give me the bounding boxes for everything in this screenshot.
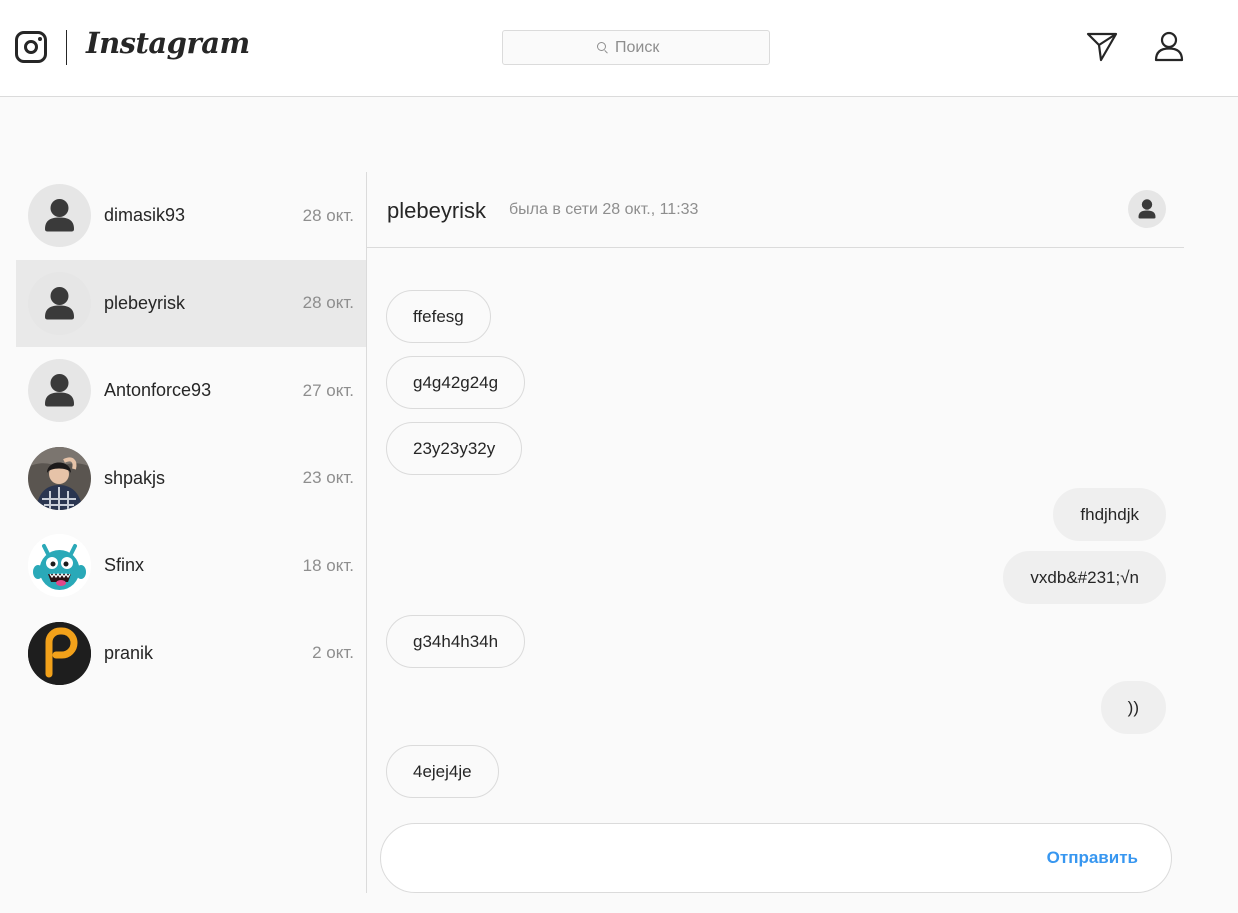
chat-avatar-icon[interactable] xyxy=(1128,190,1166,228)
conversation-date: 28 окт. xyxy=(302,293,354,313)
search-box[interactable] xyxy=(502,30,770,65)
conversation-list: dimasik93 28 окт. plebeyrisk 28 окт. Ant… xyxy=(16,172,366,697)
conversation-date: 23 окт. xyxy=(302,468,354,488)
panel-divider xyxy=(366,172,367,893)
message-incoming: 4ejej4je xyxy=(386,745,499,798)
default-avatar-icon xyxy=(28,271,91,335)
conversation-date: 27 окт. xyxy=(302,380,354,400)
p-letter-avatar xyxy=(28,621,91,685)
conversation-name: Antonforce93 xyxy=(104,380,212,401)
instagram-wordmark[interactable]: Instagram xyxy=(86,26,250,60)
conversation-item-antonforce93[interactable]: Antonforce93 27 окт. xyxy=(16,347,366,435)
chat-title[interactable]: plebeyrisk xyxy=(387,198,486,224)
send-button[interactable]: Отправить xyxy=(1047,848,1138,868)
search-icon xyxy=(597,41,609,54)
default-avatar-icon xyxy=(28,184,91,248)
default-avatar-icon xyxy=(28,359,91,423)
conversation-item-pranik[interactable]: pranik 2 окт. xyxy=(16,610,366,698)
conversation-date: 18 окт. xyxy=(302,555,354,575)
search-input[interactable] xyxy=(615,38,675,57)
logo-divider xyxy=(66,30,67,65)
conversation-item-sfinx[interactable]: Sfinx 18 окт. xyxy=(16,522,366,610)
profile-icon[interactable] xyxy=(1152,29,1186,63)
conversation-date: 28 окт. xyxy=(302,205,354,225)
conversation-name: shpakjs xyxy=(104,467,166,488)
conversation-item-dimasik93[interactable]: dimasik93 28 окт. xyxy=(16,172,366,260)
conversation-name: plebeyrisk xyxy=(104,292,186,313)
photo-avatar xyxy=(28,446,91,510)
instagram-camera-icon[interactable] xyxy=(15,31,47,63)
conversation-item-plebeyrisk[interactable]: plebeyrisk 28 окт. xyxy=(16,259,366,347)
message-input[interactable] xyxy=(411,842,1031,874)
message-incoming: g4g42g24g xyxy=(386,356,526,409)
conversation-name: dimasik93 xyxy=(104,205,186,226)
conversation-date: 2 окт. xyxy=(312,643,354,663)
conversation-name: pranik xyxy=(104,642,154,663)
last-seen-status: былa в сети 28 окт., 11:33 xyxy=(509,201,699,218)
top-navbar: Instagram xyxy=(0,0,1238,97)
message-incoming: g34h4h34h xyxy=(386,615,526,668)
message-composer: Отправить xyxy=(380,823,1172,893)
conversation-name: Sfinx xyxy=(104,555,145,576)
message-incoming: 23y23y32y xyxy=(386,422,523,475)
message-outgoing: fhdjhdjk xyxy=(1053,488,1166,541)
message-outgoing: )) xyxy=(1100,681,1166,734)
blue-monster-avatar xyxy=(28,534,91,598)
direct-messages-icon[interactable] xyxy=(1085,29,1119,63)
chat-header: plebeyrisk былa в сети 28 окт., 11:33 xyxy=(367,172,1184,248)
message-outgoing: vxdb&#231;√n xyxy=(1003,551,1166,604)
message-incoming: ffefesg xyxy=(386,290,491,343)
conversation-item-shpakjs[interactable]: shpakjs 23 окт. xyxy=(16,435,366,523)
